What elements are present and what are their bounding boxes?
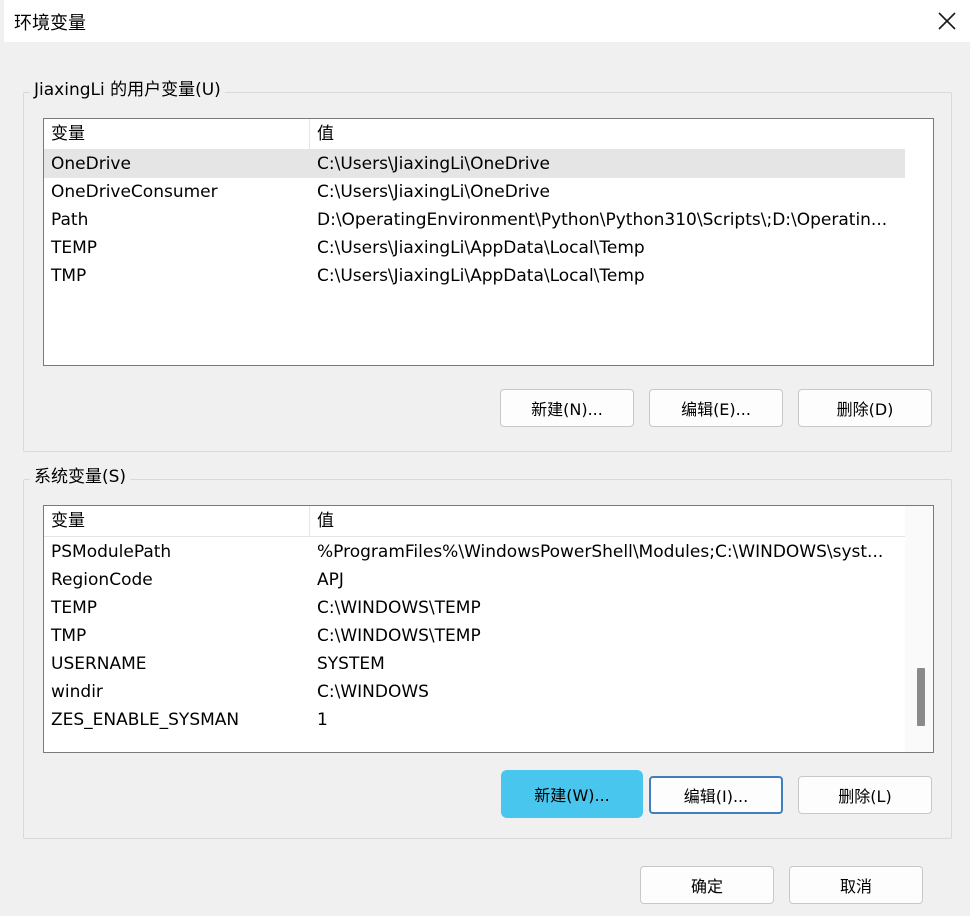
variable-value: D:\OperatingEnvironment\Python\Python310… (317, 210, 888, 230)
table-row[interactable]: TEMP C:\Users\JiaxingLi\AppData\Local\Te… (44, 234, 905, 262)
title-bar: 环境变量 (4, 0, 970, 42)
variable-value: C:\WINDOWS\TEMP (317, 598, 481, 618)
variable-name: TEMP (51, 238, 98, 258)
system-variables-list[interactable]: 变量 值 PSModulePath %ProgramFiles%\Windows… (43, 505, 934, 753)
ok-button[interactable]: 确定 (640, 866, 774, 904)
user-edit-button[interactable]: 编辑(E)... (649, 389, 783, 427)
variable-value: C:\Users\JiaxingLi\OneDrive (317, 154, 551, 174)
table-row[interactable]: windir C:\WINDOWS (44, 678, 905, 706)
table-row[interactable]: TMP C:\WINDOWS\TEMP (44, 622, 905, 650)
table-row[interactable]: Path D:\OperatingEnvironment\Python\Pyth… (44, 206, 905, 234)
user-variables-label: JiaxingLi 的用户变量(U) (30, 78, 225, 102)
table-row[interactable]: OneDrive C:\Users\JiaxingLi\OneDrive (44, 150, 905, 178)
scrollbar-thumb[interactable] (917, 668, 925, 726)
variable-value: C:\Users\JiaxingLi\AppData\Local\Temp (317, 238, 645, 258)
table-row[interactable]: OneDriveConsumer C:\Users\JiaxingLi\OneD… (44, 178, 905, 206)
variable-name: Path (51, 210, 89, 230)
cancel-button[interactable]: 取消 (789, 866, 923, 904)
variable-name: RegionCode (51, 570, 153, 590)
system-variables-label: 系统变量(S) (30, 465, 131, 489)
variable-value: %ProgramFiles%\WindowsPowerShell\Modules… (317, 542, 884, 562)
variable-value: C:\Users\JiaxingLi\AppData\Local\Temp (317, 266, 645, 286)
column-header-value[interactable]: 值 (310, 506, 334, 536)
variable-name: TEMP (51, 598, 98, 618)
variable-name: windir (51, 682, 103, 702)
variable-name: OneDriveConsumer (51, 182, 218, 202)
table-row[interactable]: USERNAME SYSTEM (44, 650, 905, 678)
close-icon (938, 12, 956, 30)
variable-name: TMP (51, 266, 87, 286)
table-row[interactable]: ZES_ENABLE_SYSMAN 1 (44, 706, 905, 734)
environment-variables-dialog: 环境变量 JiaxingLi 的用户变量(U) 变量 值 OneDrive C:… (4, 0, 970, 916)
close-button[interactable] (924, 0, 970, 42)
user-new-button[interactable]: 新建(N)... (500, 389, 634, 427)
table-row[interactable]: RegionCode APJ (44, 566, 905, 594)
variable-name: OneDrive (51, 154, 131, 174)
variable-value: 1 (317, 710, 328, 730)
variable-value: SYSTEM (317, 654, 385, 674)
column-header-variable[interactable]: 变量 (44, 506, 310, 536)
table-row[interactable]: PSModulePath %ProgramFiles%\WindowsPower… (44, 538, 905, 566)
variable-value: APJ (317, 570, 344, 590)
list-header: 变量 值 (44, 506, 905, 537)
variable-name: PSModulePath (51, 542, 172, 562)
system-delete-button[interactable]: 删除(L) (798, 776, 932, 814)
system-edit-button[interactable]: 编辑(I)... (649, 776, 783, 814)
variable-value: C:\Users\JiaxingLi\OneDrive (317, 182, 551, 202)
variable-value: C:\WINDOWS (317, 682, 429, 702)
dialog-title: 环境变量 (14, 13, 86, 34)
user-variables-list[interactable]: 变量 值 OneDrive C:\Users\JiaxingLi\OneDriv… (43, 118, 934, 366)
column-header-value[interactable]: 值 (310, 119, 334, 149)
variable-name: USERNAME (51, 654, 147, 674)
variable-name: TMP (51, 626, 87, 646)
user-delete-button[interactable]: 删除(D) (798, 389, 932, 427)
variable-value: C:\WINDOWS\TEMP (317, 626, 481, 646)
table-row[interactable]: TMP C:\Users\JiaxingLi\AppData\Local\Tem… (44, 262, 905, 290)
column-header-variable[interactable]: 变量 (44, 119, 310, 149)
system-new-button[interactable]: 新建(W)... (501, 770, 643, 818)
table-row[interactable]: TEMP C:\WINDOWS\TEMP (44, 594, 905, 622)
variable-name: ZES_ENABLE_SYSMAN (51, 710, 240, 730)
list-header: 变量 值 (44, 119, 905, 150)
vertical-scrollbar[interactable] (905, 506, 933, 752)
